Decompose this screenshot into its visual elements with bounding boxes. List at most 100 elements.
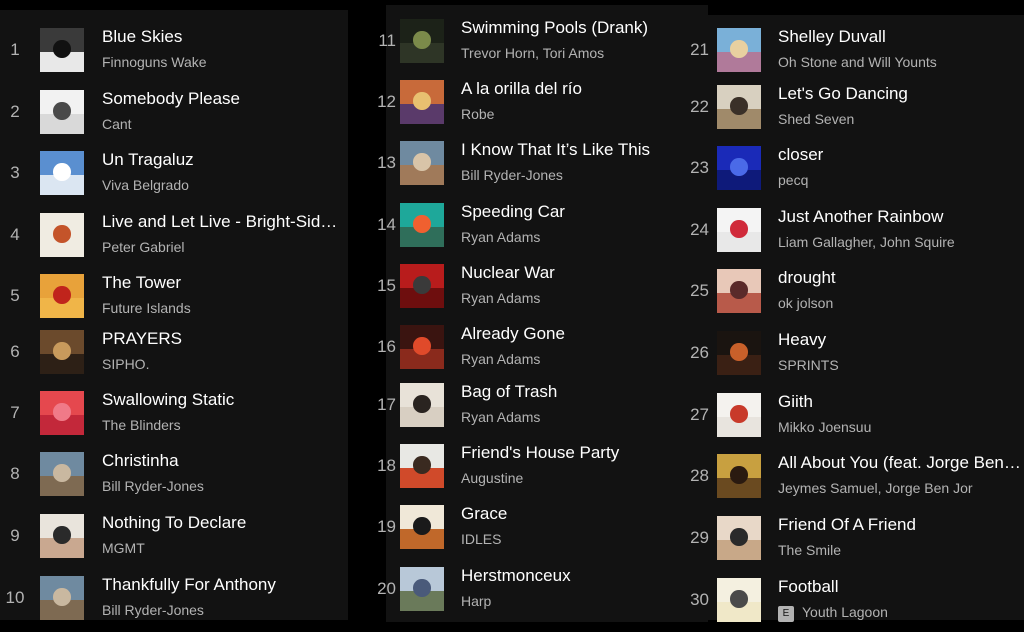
track-title[interactable]: Giith	[778, 391, 1024, 413]
album-cover[interactable]	[717, 578, 761, 622]
track-artist[interactable]: Peter Gabriel	[102, 237, 346, 257]
album-cover[interactable]	[40, 90, 84, 134]
track-artist[interactable]: ok jolson	[778, 293, 1024, 313]
track-artist-name[interactable]: Bill Ryder-Jones	[102, 602, 204, 618]
track-artist-name[interactable]: The Smile	[778, 542, 841, 558]
track-artist-name[interactable]: Bill Ryder-Jones	[102, 478, 204, 494]
track-artist-name[interactable]: Liam Gallagher, John Squire	[778, 234, 955, 250]
track-artist[interactable]: Oh Stone and Will Younts	[778, 52, 1024, 72]
track-row[interactable]: 24 Just Another Rainbow Liam Gallagher, Jo…	[690, 202, 1024, 262]
album-cover[interactable]	[400, 141, 444, 185]
album-cover[interactable]	[400, 264, 444, 308]
track-artist[interactable]: The Blinders	[102, 415, 346, 435]
track-artist-name[interactable]: Peter Gabriel	[102, 239, 184, 255]
album-cover[interactable]	[40, 213, 84, 257]
track-title[interactable]: Let's Go Dancing	[778, 83, 1024, 105]
track-row[interactable]: 8 Christinha Bill Ryder-Jones	[0, 446, 348, 506]
track-artist[interactable]: Shed Seven	[778, 109, 1024, 129]
track-artist-name[interactable]: The Blinders	[102, 417, 181, 433]
album-cover[interactable]	[717, 28, 761, 72]
track-row[interactable]: 10 Thankfully For Anthony Bill Ryder-Jones	[0, 570, 348, 630]
track-artist-name[interactable]: Ryan Adams	[461, 409, 540, 425]
track-row[interactable]: 11 Swimming Pools (Drank) Trevor Horn, Tor…	[378, 13, 708, 73]
track-artist-name[interactable]: Viva Belgrado	[102, 177, 189, 193]
album-cover[interactable]	[717, 516, 761, 560]
album-cover[interactable]	[400, 383, 444, 427]
track-row[interactable]: 26 Heavy SPRINTS	[690, 325, 1024, 385]
track-row[interactable]: 9 Nothing To Declare MGMT	[0, 508, 348, 568]
track-title[interactable]: drought	[778, 267, 1024, 289]
track-row[interactable]: 29 Friend Of A Friend The Smile	[690, 510, 1024, 570]
track-artist-name[interactable]: Robe	[461, 106, 494, 122]
track-title[interactable]: Heavy	[778, 329, 1024, 351]
track-row[interactable]: 18 Friend's House Party Augustine	[377, 438, 708, 498]
album-cover[interactable]	[400, 325, 444, 369]
album-cover[interactable]	[40, 452, 84, 496]
track-artist[interactable]: Viva Belgrado	[102, 175, 346, 195]
album-cover[interactable]	[717, 208, 761, 252]
track-row[interactable]: 30 Football E Youth Lagoon	[690, 572, 1024, 632]
track-row[interactable]: 5 The Tower Future Islands	[0, 268, 348, 328]
track-artist[interactable]: MGMT	[102, 538, 346, 558]
track-artist[interactable]: Liam Gallagher, John Squire	[778, 232, 1024, 252]
track-artist-name[interactable]: Ryan Adams	[461, 351, 540, 367]
album-cover[interactable]	[40, 330, 84, 374]
album-cover[interactable]	[40, 391, 84, 435]
album-cover[interactable]	[717, 85, 761, 129]
track-artist-name[interactable]: Jeymes Samuel, Jorge Ben Jor	[778, 480, 973, 496]
album-cover[interactable]	[400, 505, 444, 549]
track-row[interactable]: 14 Speeding Car Ryan Adams	[377, 197, 708, 257]
album-cover[interactable]	[400, 203, 444, 247]
track-title[interactable]: All About You (feat. Jorge Ben Jor)	[778, 452, 1024, 474]
track-artist[interactable]: Bill Ryder-Jones	[102, 600, 346, 620]
track-title[interactable]: Blue Skies	[102, 26, 346, 48]
track-title[interactable]: Swimming Pools (Drank)	[461, 17, 706, 39]
track-row[interactable]: 25 drought ok jolson	[690, 263, 1024, 323]
track-row[interactable]: 28 All About You (feat. Jorge Ben Jor) Jey…	[690, 448, 1024, 508]
track-title[interactable]: Herstmonceux	[461, 565, 706, 587]
track-title[interactable]: PRAYERS	[102, 328, 346, 350]
track-title[interactable]: Grace	[461, 503, 706, 525]
track-artist-name[interactable]: Cant	[102, 116, 132, 132]
track-row[interactable]: 20 Herstmonceux Harp	[377, 561, 708, 621]
album-cover[interactable]	[400, 19, 444, 63]
track-artist-name[interactable]: Youth Lagoon	[802, 604, 888, 620]
track-row[interactable]: 19 Grace IDLES	[377, 499, 708, 559]
track-title[interactable]: Nothing To Declare	[102, 512, 346, 534]
track-row[interactable]: 1 Blue Skies Finnoguns Wake	[0, 22, 348, 82]
track-row[interactable]: 2 Somebody Please Cant	[0, 84, 348, 144]
track-artist[interactable]: Bill Ryder-Jones	[102, 476, 346, 496]
album-cover[interactable]	[717, 393, 761, 437]
track-artist-name[interactable]: MGMT	[102, 540, 145, 556]
track-artist[interactable]: Finnoguns Wake	[102, 52, 346, 72]
track-title[interactable]: Friend's House Party	[461, 442, 706, 464]
track-artist[interactable]: Future Islands	[102, 298, 346, 318]
track-title[interactable]: closer	[778, 144, 1024, 166]
track-artist-name[interactable]: Ryan Adams	[461, 290, 540, 306]
track-row[interactable]: 27 Giith Mikko Joensuu	[690, 387, 1024, 447]
track-title[interactable]: Thankfully For Anthony	[102, 574, 346, 596]
track-title[interactable]: Shelley Duvall	[778, 26, 1024, 48]
track-artist-name[interactable]: Harp	[461, 593, 491, 609]
track-artist-name[interactable]: Bill Ryder-Jones	[461, 167, 563, 183]
track-row[interactable]: 22 Let's Go Dancing Shed Seven	[690, 79, 1024, 139]
album-cover[interactable]	[40, 151, 84, 195]
track-artist-name[interactable]: pecq	[778, 172, 808, 188]
track-title[interactable]: Live and Let Live - Bright-Side Mix	[102, 211, 346, 233]
track-artist-name[interactable]: Finnoguns Wake	[102, 54, 207, 70]
album-cover[interactable]	[40, 274, 84, 318]
album-cover[interactable]	[717, 331, 761, 375]
album-cover[interactable]	[40, 28, 84, 72]
album-cover[interactable]	[400, 444, 444, 488]
track-row[interactable]: 3 Un Tragaluz Viva Belgrado	[0, 145, 348, 205]
album-cover[interactable]	[717, 146, 761, 190]
track-title[interactable]: Somebody Please	[102, 88, 346, 110]
track-artist-name[interactable]: Mikko Joensuu	[778, 419, 871, 435]
track-row[interactable]: 21 Shelley Duvall Oh Stone and Will Younts	[690, 22, 1024, 82]
track-artist[interactable]: SPRINTS	[778, 355, 1024, 375]
track-row[interactable]: 17 Bag of Trash Ryan Adams	[377, 377, 708, 437]
track-row[interactable]: 16 Already Gone Ryan Adams	[377, 319, 708, 379]
track-title[interactable]: Christinha	[102, 450, 346, 472]
album-cover[interactable]	[40, 576, 84, 620]
track-artist-name[interactable]: SPRINTS	[778, 357, 839, 373]
